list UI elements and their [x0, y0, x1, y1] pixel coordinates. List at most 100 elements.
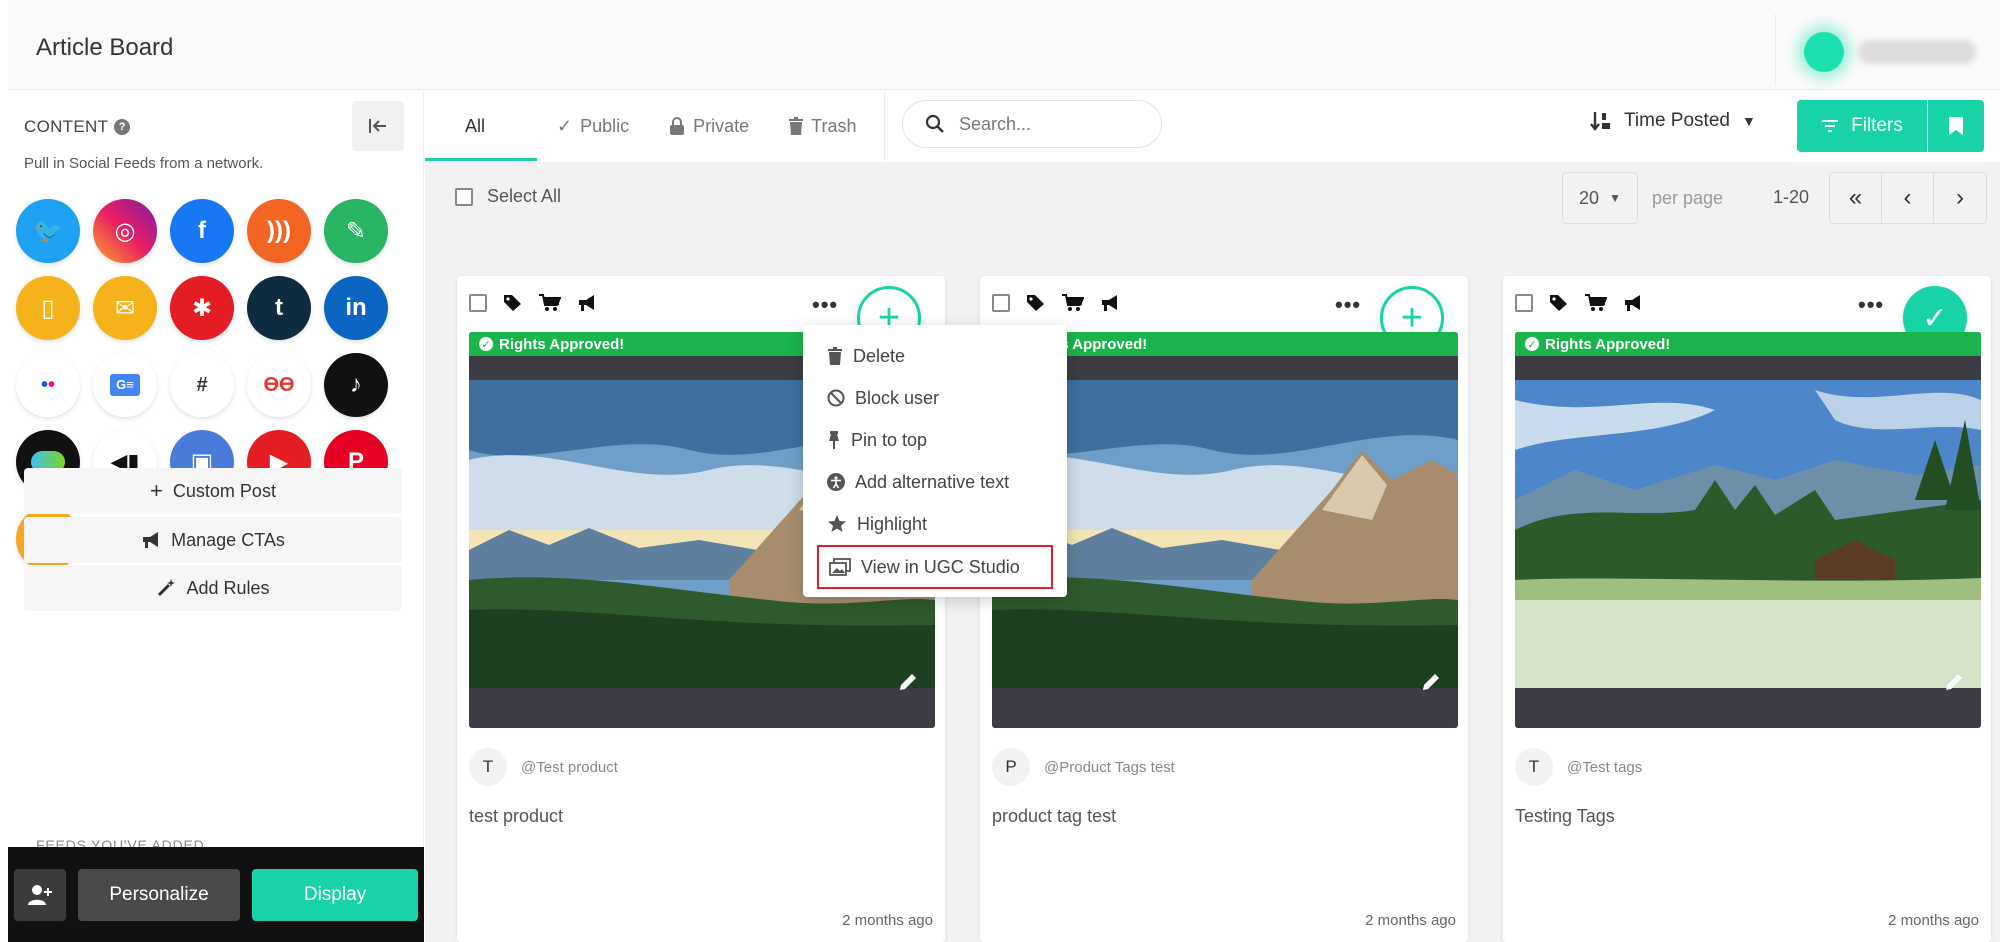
shopping-cart-icon[interactable]	[1585, 294, 1607, 312]
more-options-button[interactable]: •••	[1858, 292, 1884, 318]
network-twitter-button[interactable]: 🐦	[16, 199, 80, 263]
tag-icon[interactable]	[503, 294, 523, 312]
tab-all[interactable]: All	[425, 91, 538, 161]
menu-item-delete[interactable]: Delete	[803, 335, 1067, 377]
menu-item-label: Block user	[855, 387, 940, 408]
check-icon: ✓	[1922, 301, 1948, 335]
per-page-label: per page	[1652, 188, 1724, 208]
post-checkbox[interactable]	[1515, 294, 1533, 312]
network-tiktok-button[interactable]: ♪	[324, 353, 388, 417]
sort-label: Time Posted	[1624, 110, 1730, 131]
avatar[interactable]	[1804, 32, 1844, 72]
personalize-button[interactable]: Personalize	[78, 869, 240, 921]
trash-icon	[789, 117, 804, 135]
network-email-button[interactable]: ✉	[93, 276, 157, 340]
menu-item-view-in-ugc-studio[interactable]: View in UGC Studio	[817, 545, 1053, 589]
edit-post-button[interactable]	[1420, 671, 1442, 698]
saved-filters-button[interactable]	[1928, 100, 1984, 152]
bookmark-icon	[1949, 117, 1963, 135]
page-title: Article Board	[36, 34, 174, 61]
menu-item-label: Delete	[853, 345, 906, 366]
menu-item-label: Pin to top	[851, 429, 928, 450]
author-handle[interactable]: @Test tags	[1567, 759, 1642, 776]
network-facebook-button[interactable]: f	[170, 199, 234, 263]
per-page-value: 20	[1579, 187, 1600, 208]
sort-dropdown[interactable]: Time Posted ▼	[1590, 110, 1756, 132]
post-checkbox[interactable]	[992, 294, 1010, 312]
sidebar-action-bar: Personalize Display	[8, 847, 424, 942]
search-input[interactable]	[959, 113, 1129, 135]
search-box[interactable]	[902, 100, 1162, 148]
per-page-select[interactable]: 20 ▼	[1562, 172, 1638, 224]
page-range: 1-20	[1773, 187, 1810, 207]
post-media[interactable]: ✓ Rights Approved!	[1515, 332, 1981, 728]
post-card[interactable]: ••• ✓ ✓ Rights Approved! T @Test tags Testing …	[1503, 276, 1991, 942]
filters-button[interactable]: Filters	[1797, 100, 1927, 152]
network-tumblr-button[interactable]: t	[247, 276, 311, 340]
shopping-cart-icon[interactable]	[539, 294, 561, 312]
tab-trash-label: Trash	[811, 115, 857, 136]
more-options-button[interactable]: •••	[1335, 292, 1361, 318]
select-all-control[interactable]: Select All	[455, 186, 561, 207]
display-button[interactable]: Display	[252, 869, 418, 921]
more-options-button[interactable]: •••	[812, 292, 838, 318]
rights-label: Rights Approved!	[499, 335, 625, 353]
menu-item-block-user[interactable]: Block user	[803, 377, 1067, 419]
network-mobile-button[interactable]: ▯	[16, 276, 80, 340]
custom-post-button[interactable]: + Custom Post	[24, 468, 402, 514]
select-all-checkbox[interactable]	[455, 187, 473, 206]
more-horizontal-icon: •••	[1858, 292, 1885, 317]
help-icon[interactable]: ?	[114, 119, 131, 135]
user-menu[interactable]	[1775, 14, 2000, 86]
next-page-button[interactable]: ›	[1934, 173, 1986, 223]
network-slack-button[interactable]: #	[170, 353, 234, 417]
first-page-button[interactable]: «	[1830, 173, 1882, 223]
tab-public[interactable]: ✓ Public	[537, 91, 649, 161]
top-header: Article Board	[8, 0, 2000, 90]
shopping-cart-icon[interactable]	[1062, 294, 1084, 312]
edit-post-button[interactable]	[1943, 671, 1965, 698]
menu-item-highlight[interactable]: Highlight	[803, 503, 1067, 545]
magic-wand-icon	[158, 579, 176, 597]
megaphone-icon[interactable]	[1623, 294, 1643, 312]
pin-icon	[829, 431, 839, 449]
network-hootsuite-button[interactable]: ϴϴ	[247, 353, 311, 417]
tab-all-label: All	[465, 115, 486, 136]
author-handle[interactable]: @Product Tags test	[1044, 759, 1175, 776]
network-instagram-button[interactable]: ◎	[93, 199, 157, 263]
content-heading: CONTENT ?	[24, 117, 131, 137]
tab-trash[interactable]: Trash	[769, 91, 876, 161]
content-heading-label: CONTENT	[24, 117, 109, 136]
collapse-sidebar-button[interactable]	[352, 101, 404, 151]
block-icon	[827, 389, 845, 407]
post-timestamp: 2 months ago	[842, 912, 933, 929]
network-yelp-button[interactable]: ✱	[170, 276, 234, 340]
network-flickr-button[interactable]: • •	[16, 353, 80, 417]
select-all-label: Select All	[487, 186, 562, 206]
network-linkedin-button[interactable]: in	[324, 276, 388, 340]
tab-private[interactable]: Private	[649, 91, 769, 161]
menu-item-alt-text[interactable]: Add alternative text	[803, 461, 1067, 503]
prev-page-button[interactable]: ‹	[1882, 173, 1934, 223]
manage-ctas-button[interactable]: Manage CTAs	[24, 517, 402, 563]
megaphone-icon[interactable]	[577, 294, 597, 312]
edit-post-button[interactable]	[897, 671, 919, 698]
author-handle[interactable]: @Test product	[521, 759, 618, 776]
network-google-news-button[interactable]: G≡	[93, 353, 157, 417]
post-checkbox[interactable]	[469, 294, 487, 312]
add-user-icon	[28, 885, 52, 905]
menu-item-label: Add alternative text	[855, 471, 1010, 492]
card-toolbar	[992, 294, 1120, 312]
tag-icon[interactable]	[1026, 294, 1046, 312]
author-avatar: T	[1515, 748, 1553, 786]
megaphone-icon[interactable]	[1100, 294, 1120, 312]
add-rules-button[interactable]: Add Rules	[24, 565, 402, 611]
menu-item-pin-to-top[interactable]: Pin to top	[803, 419, 1067, 461]
tag-icon[interactable]	[1549, 294, 1569, 312]
author-avatar: P	[992, 748, 1030, 786]
network-rss-button[interactable]: )))	[247, 199, 311, 263]
add-user-button[interactable]	[14, 869, 66, 921]
pagination: « ‹ ›	[1829, 172, 1987, 224]
network-custom-pencil-button[interactable]: ✎	[324, 199, 388, 263]
toolbar-divider	[884, 91, 885, 161]
